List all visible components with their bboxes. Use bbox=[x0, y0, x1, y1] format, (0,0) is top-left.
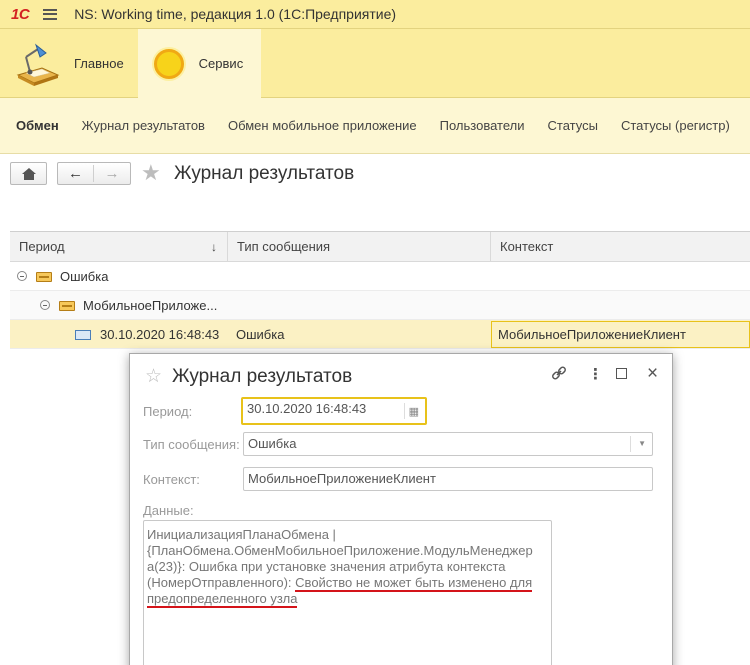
row-period: 30.10.2020 16:48:43 bbox=[100, 326, 220, 342]
record-dialog: ☆ Журнал результатов ⋮ × Период: 30.10.2… bbox=[129, 353, 673, 665]
column-period[interactable]: Период ↓ bbox=[10, 232, 228, 262]
group-folder-icon bbox=[36, 272, 52, 282]
table-row-group[interactable]: Ошибка bbox=[10, 262, 750, 291]
dialog-title: Журнал результатов bbox=[172, 366, 353, 387]
collapse-icon[interactable] bbox=[40, 300, 50, 310]
group-label: Ошибка bbox=[60, 268, 109, 284]
period-value: 30.10.2020 16:48:43 bbox=[247, 401, 367, 416]
table-header: Период ↓ Тип сообщения Контекст bbox=[10, 231, 750, 262]
form-header: ← → ★ Журнал результатов bbox=[0, 154, 750, 230]
message-type-label: Тип сообщения: bbox=[143, 437, 240, 452]
column-context[interactable]: Контекст bbox=[491, 232, 750, 262]
title-bar: 1С NS: Working time, редакция 1.0 (1С:Пр… bbox=[0, 0, 750, 29]
column-period-label: Период bbox=[19, 239, 65, 254]
data-text: (НомерОтправленного): bbox=[147, 575, 296, 590]
nav-item-exchange[interactable]: Обмен bbox=[16, 118, 59, 133]
period-field[interactable]: 30.10.2020 16:48:43 ▦ bbox=[241, 397, 427, 425]
context-value: МобильноеПриложениеКлиент bbox=[248, 471, 436, 486]
context-label: Контекст: bbox=[143, 472, 200, 487]
column-message-type-label: Тип сообщения bbox=[237, 239, 331, 254]
table-row[interactable]: 30.10.2020 16:48:43 Ошибка МобильноеПрил… bbox=[10, 320, 750, 349]
forward-arrow-icon[interactable]: → bbox=[94, 165, 130, 182]
subgroup-label: МобильноеПриложе... bbox=[83, 297, 218, 313]
page-title: Журнал результатов bbox=[174, 163, 355, 184]
data-label: Данные: bbox=[143, 503, 194, 518]
nav-item-statuses[interactable]: Статусы bbox=[548, 118, 598, 133]
home-icon bbox=[21, 167, 36, 180]
context-field[interactable]: МобильноеПриложениеКлиент bbox=[243, 467, 653, 491]
highlighted-error-text: Свойство не может быть изменено для bbox=[295, 575, 533, 592]
maximize-icon[interactable] bbox=[616, 368, 627, 379]
column-context-label: Контекст bbox=[500, 239, 554, 254]
close-icon[interactable]: × bbox=[647, 363, 658, 385]
group-folder-icon bbox=[59, 301, 75, 311]
row-context-cell[interactable]: МобильноеПриложениеКлиент bbox=[491, 320, 750, 348]
home-button[interactable] bbox=[10, 162, 47, 185]
section-service[interactable]: Сервис bbox=[137, 29, 262, 98]
table-row-subgroup[interactable]: МобильноеПриложе... bbox=[10, 291, 750, 320]
message-type-field[interactable]: Ошибка ▼ bbox=[243, 432, 653, 456]
history-nav-group: ← → bbox=[57, 162, 131, 185]
message-type-value: Ошибка bbox=[248, 436, 297, 451]
favorite-star-icon[interactable]: ☆ bbox=[145, 365, 162, 388]
nav-item-results-log[interactable]: Журнал результатов bbox=[82, 118, 205, 133]
data-line: {ПланОбмена.ОбменМобильноеПриложение.Мод… bbox=[147, 543, 533, 558]
1c-logo[interactable]: 1С bbox=[11, 6, 30, 23]
data-line: предопределенного узла bbox=[147, 591, 548, 608]
row-context: МобильноеПриложениеКлиент bbox=[498, 326, 686, 342]
section-main[interactable]: Главное bbox=[0, 29, 138, 98]
favorite-star-icon[interactable]: ★ bbox=[141, 160, 161, 186]
nav-item-users[interactable]: Пользователи bbox=[440, 118, 525, 133]
nav-item-mobile-exchange[interactable]: Обмен мобильное приложение bbox=[228, 118, 417, 133]
data-line: а(23)}: Ошибка при установке значения ат… bbox=[147, 559, 506, 574]
data-textarea[interactable]: ИнициализацияПланаОбмена | {ПланОбмена.О… bbox=[143, 520, 552, 665]
chevron-down-icon[interactable]: ▼ bbox=[638, 433, 646, 455]
more-actions-icon[interactable]: ⋮ bbox=[588, 365, 603, 383]
navigation-bar: Обмен Журнал результатов Обмен мобильное… bbox=[0, 98, 750, 154]
data-line: (НомерОтправленного): Свойство не может … bbox=[147, 575, 548, 592]
desk-lamp-icon bbox=[12, 39, 62, 89]
section-service-label: Сервис bbox=[198, 56, 244, 71]
back-arrow-icon[interactable]: ← bbox=[58, 165, 94, 182]
data-line: ИнициализацияПланаОбмена | bbox=[147, 527, 336, 542]
main-menu-icon[interactable] bbox=[43, 8, 58, 20]
nav-item-statuses-register[interactable]: Статусы (регистр) bbox=[621, 118, 730, 133]
link-icon[interactable] bbox=[551, 365, 567, 385]
section-main-label: Главное bbox=[74, 56, 124, 71]
sun-icon bbox=[153, 48, 184, 79]
column-message-type[interactable]: Тип сообщения bbox=[228, 232, 491, 262]
highlighted-error-text: предопределенного узла bbox=[147, 591, 298, 608]
record-icon bbox=[75, 330, 91, 340]
row-message-type: Ошибка bbox=[236, 326, 285, 342]
collapse-icon[interactable] bbox=[17, 271, 27, 281]
sort-arrow-icon: ↓ bbox=[211, 240, 217, 254]
calendar-icon[interactable]: ▦ bbox=[409, 402, 419, 422]
period-label: Период: bbox=[143, 404, 193, 419]
window-title: NS: Working time, редакция 1.0 (1С:Предп… bbox=[74, 6, 397, 22]
sections-panel: Главное Сервис bbox=[0, 29, 750, 98]
